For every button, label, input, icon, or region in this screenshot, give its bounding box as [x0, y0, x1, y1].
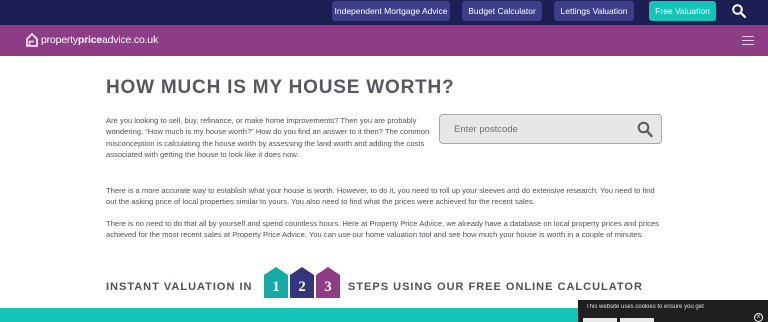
- hamburger-icon[interactable]: [742, 36, 754, 46]
- independent-mortgage-advice-link[interactable]: Independent Mortgage Advice: [332, 1, 450, 21]
- lettings-valuation-link[interactable]: Lettings Valuation: [554, 1, 634, 21]
- top-bar: Independent Mortgage Advice Budget Calcu…: [0, 0, 768, 25]
- postcode-search: [439, 114, 662, 144]
- main-navigation: propertypriceadvice.co.uk: [0, 25, 768, 56]
- house-logo-icon: [26, 32, 38, 47]
- free-valuation-button[interactable]: Free Valuation: [649, 1, 716, 21]
- intro-paragraph: Are you looking to sell, buy, refinance,…: [106, 116, 430, 160]
- step-number-3: 3: [324, 279, 332, 295]
- cookie-accept-button[interactable]: [583, 318, 617, 322]
- accuracy-paragraph: There is a more accurate way to establis…: [106, 186, 655, 207]
- page-title: HOW MUCH IS MY HOUSE WORTH?: [106, 77, 455, 98]
- close-icon[interactable]: x: [754, 313, 763, 322]
- site-logo[interactable]: propertypriceadvice.co.uk: [25, 31, 158, 49]
- budget-calculator-link[interactable]: Budget Calculator: [462, 1, 542, 21]
- database-paragraph: There is no need to do that all by yours…: [106, 219, 659, 240]
- search-icon[interactable]: [637, 121, 653, 138]
- instant-valuation-heading: INSTANT VALUATION IN: [106, 281, 253, 293]
- cookie-notice-text: This website uses cookies to ensure you …: [586, 304, 704, 310]
- logo-text: propertypriceadvice.co.uk: [41, 34, 158, 46]
- step-number-2: 2: [298, 279, 306, 295]
- three-steps-houses-icon: 1 2 3: [264, 267, 340, 298]
- postcode-input[interactable]: [454, 122, 624, 137]
- steps-heading: STEPS USING OUR FREE ONLINE CALCULATOR: [348, 281, 643, 293]
- step-number-1: 1: [272, 279, 280, 295]
- cookie-settings-button[interactable]: [620, 318, 654, 322]
- search-icon[interactable]: [731, 3, 747, 19]
